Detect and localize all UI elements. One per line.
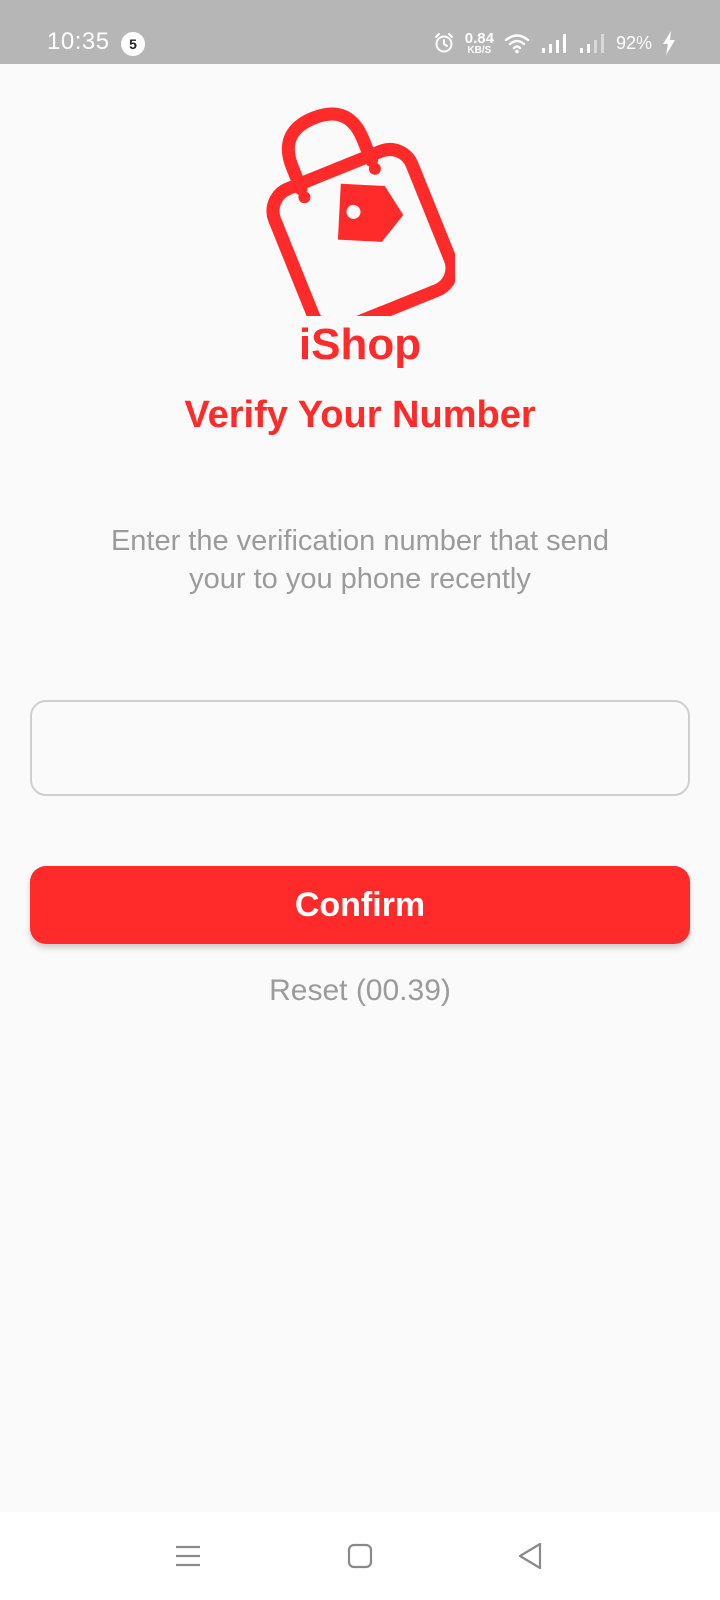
instruction-text: Enter the verification number that send … xyxy=(60,522,660,598)
app-name: iShop xyxy=(298,320,422,369)
back-triangle-icon xyxy=(518,1542,542,1570)
home-square-icon xyxy=(347,1543,373,1569)
battery-percentage: 92% xyxy=(615,32,652,53)
signal-icon xyxy=(540,32,568,54)
wifi-icon xyxy=(504,32,530,54)
network-speed-value: 0.84 xyxy=(464,29,494,47)
signal-weak-icon xyxy=(578,32,606,54)
charging-bolt-icon xyxy=(662,31,676,55)
page-title: Verify Your Number xyxy=(184,394,536,436)
network-speed-unit: KB/S xyxy=(467,44,492,56)
shopping-bag-tag-icon xyxy=(266,107,459,337)
reset-timer-link[interactable]: Reset (00.39) xyxy=(0,974,720,1008)
system-nav-bar xyxy=(0,1512,720,1600)
app-logo xyxy=(255,96,459,337)
status-bar: 10:35 5 0.84 KB/S 92% xyxy=(0,0,720,64)
back-button[interactable] xyxy=(470,1512,590,1600)
status-time: 10:35 xyxy=(47,28,110,55)
network-speed: 0.84 KB/S xyxy=(465,31,494,56)
menu-icon xyxy=(176,1545,200,1567)
status-icons: 0.84 KB/S 92% xyxy=(433,26,676,60)
instruction-line-1: Enter the verification number that send xyxy=(110,525,610,557)
notification-badge: 5 xyxy=(121,32,145,56)
recent-apps-button[interactable] xyxy=(128,1512,248,1600)
home-button[interactable] xyxy=(300,1512,420,1600)
instruction-line-2: your to you phone recently xyxy=(189,563,531,595)
verification-code-input[interactable] xyxy=(30,700,690,796)
confirm-button[interactable]: Confirm xyxy=(30,866,690,944)
alarm-icon xyxy=(433,32,455,54)
